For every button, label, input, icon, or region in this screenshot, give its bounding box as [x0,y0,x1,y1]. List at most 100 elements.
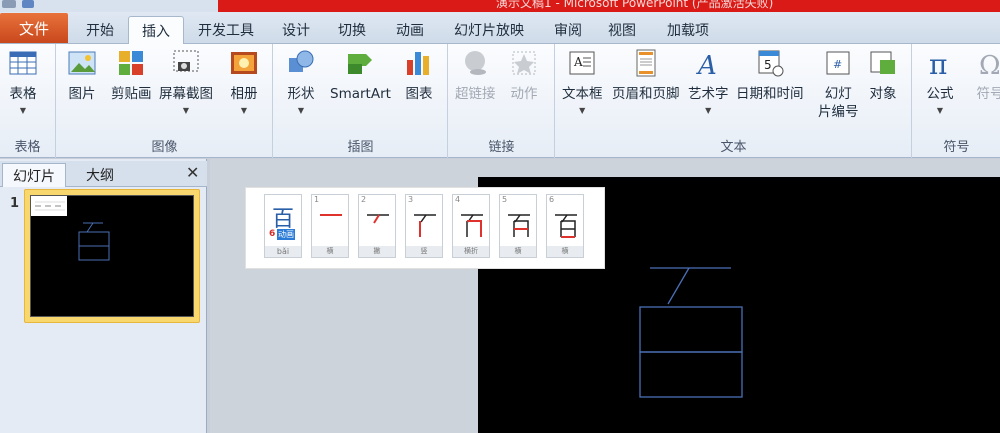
stroke-card-1[interactable]: 1 横 [311,194,349,258]
bottom-rectangle-shape [639,351,743,398]
stroke-card-6[interactable]: 6 横 [546,194,584,258]
tab-addins[interactable]: 加载项 [660,16,716,44]
header-footer-label: 页眉和页脚 [612,86,680,102]
chart-label: 图表 [405,86,433,102]
stroke-name: 横 [312,246,348,257]
group-label-tables: 表格 [14,140,41,155]
symbol-label: 符号 [976,86,1000,102]
animation-badge[interactable]: 动画 [277,229,295,240]
chevron-down-icon: ▼ [705,106,712,115]
textbox-button[interactable]: A 文本框 ▼ [562,48,603,115]
app-icon[interactable] [2,0,16,8]
album-label: 相册 [230,86,258,102]
datetime-label: 日期和时间 [736,86,804,102]
tab-view[interactable]: 视图 [600,16,644,44]
hyperlink-label: 超链接 [455,86,496,102]
table-icon [9,51,37,75]
slide-number-button[interactable]: # 幻灯 片编号 [818,48,859,121]
stroke-name: 撇 [359,246,395,257]
tab-animations[interactable]: 动画 [388,16,432,44]
globe-link-icon [465,51,487,75]
equation-label: 公式 [926,86,954,102]
chart-button[interactable]: 图表 [404,48,434,103]
slide-number-label-2: 片编号 [818,104,859,120]
photo-album-icon [231,52,257,74]
group-label-images: 图像 [151,140,178,155]
slanted-line-shape [667,267,690,305]
action-button[interactable]: 动作 [509,48,539,103]
shapes-icon [289,50,314,72]
textbox-icon: A [569,51,595,75]
wordart-label: 艺术字 [688,86,729,102]
svg-text:A: A [573,55,583,69]
chevron-down-icon: ▼ [579,106,586,115]
tab-file[interactable]: 文件 [0,13,68,43]
wordart-icon: A [696,51,717,78]
tab-review[interactable]: 审阅 [546,16,590,44]
picture-label: 图片 [68,86,96,102]
group-label-text: 文本 [720,140,747,155]
chevron-down-icon: ▼ [240,106,248,115]
group-tables: 表格 ▼ 表格 [0,44,56,158]
tab-slides[interactable]: 幻灯片 [2,163,66,187]
hyperlink-button[interactable]: 超链接 [455,48,496,103]
stroke-card-3[interactable]: 3 竖 [405,194,443,258]
screenshot-icon [173,50,199,72]
clipart-button[interactable]: 剪贴画 [111,48,152,103]
tab-home[interactable]: 开始 [78,16,122,44]
pinyin-label: bǎi [265,246,301,257]
pane-tabs: 幻灯片 大纲 ✕ [0,161,207,187]
stroke-order-panel: 百 6 动画 bǎi 1 横 2 撇 3 竖 4 横折 5 横 6 横 [245,187,605,269]
header-footer-button[interactable]: 页眉和页脚 [612,48,680,103]
slide-number: 1 [10,196,20,211]
equation-button[interactable]: π 公式 ▼ [925,48,955,115]
smartart-icon [348,54,373,74]
symbol-button[interactable]: Ω 符号 [975,48,1000,103]
group-label-illustrations: 插图 [347,140,374,155]
table-button[interactable]: 表格 ▼ [8,48,38,115]
group-symbols: π 公式 ▼ Ω 符号 符号 [913,44,1000,158]
stroke-2-glyph [367,214,389,224]
close-icon[interactable]: ✕ [186,163,199,182]
group-links: 超链接 动作 链接 [449,44,555,158]
stroke-card-2[interactable]: 2 撇 [358,194,396,258]
clipart-label: 剪贴画 [111,86,152,102]
svg-text:5: 5 [764,58,772,72]
group-label-links: 链接 [488,140,515,155]
stroke-name: 横 [500,246,536,257]
smartart-label: SmartArt [330,86,391,102]
stroke-card-4[interactable]: 4 横折 [452,194,490,258]
stroke-3-glyph [414,214,436,237]
slide-thumbnail-preview [30,195,194,317]
tab-transitions[interactable]: 切换 [330,16,374,44]
tab-design[interactable]: 设计 [274,16,318,44]
stroke-name: 竖 [406,246,442,257]
character-card[interactable]: 百 6 动画 bǎi [264,194,302,258]
wordart-button[interactable]: A 艺术字 ▼ [688,48,729,115]
screenshot-button[interactable]: 屏幕截图 ▼ [159,48,213,115]
picture-icon [68,51,96,75]
slides-pane: 幻灯片 大纲 ✕ 1 [0,159,207,433]
picture-button[interactable]: 图片 [67,48,97,103]
slide-thumbnail[interactable] [24,189,200,323]
tab-developer[interactable]: 开发工具 [190,16,262,44]
stroke-4-glyph [461,214,483,237]
stroke-count: 6 [269,229,276,239]
object-button[interactable]: 对象 [868,48,898,103]
tab-insert[interactable]: 插入 [128,16,184,45]
bar-chart-icon [407,52,429,75]
datetime-button[interactable]: 5 日期和时间 [736,48,804,103]
smartart-button[interactable]: SmartArt [330,48,391,103]
svg-text:#: # [833,58,842,71]
svg-text:A: A [696,51,717,78]
header-footer-icon [636,49,656,77]
clipart-icon [119,51,144,75]
tab-outline[interactable]: 大纲 [70,163,130,187]
album-button[interactable]: 相册 ▼ [229,48,259,115]
stroke-card-5[interactable]: 5 横 [499,194,537,258]
calendar-clock-icon: 5 [758,50,784,77]
shapes-button[interactable]: 形状 ▼ [286,48,316,115]
tab-slideshow[interactable]: 幻灯片放映 [446,16,532,44]
save-icon[interactable] [22,0,34,8]
table-label: 表格 [9,86,37,102]
